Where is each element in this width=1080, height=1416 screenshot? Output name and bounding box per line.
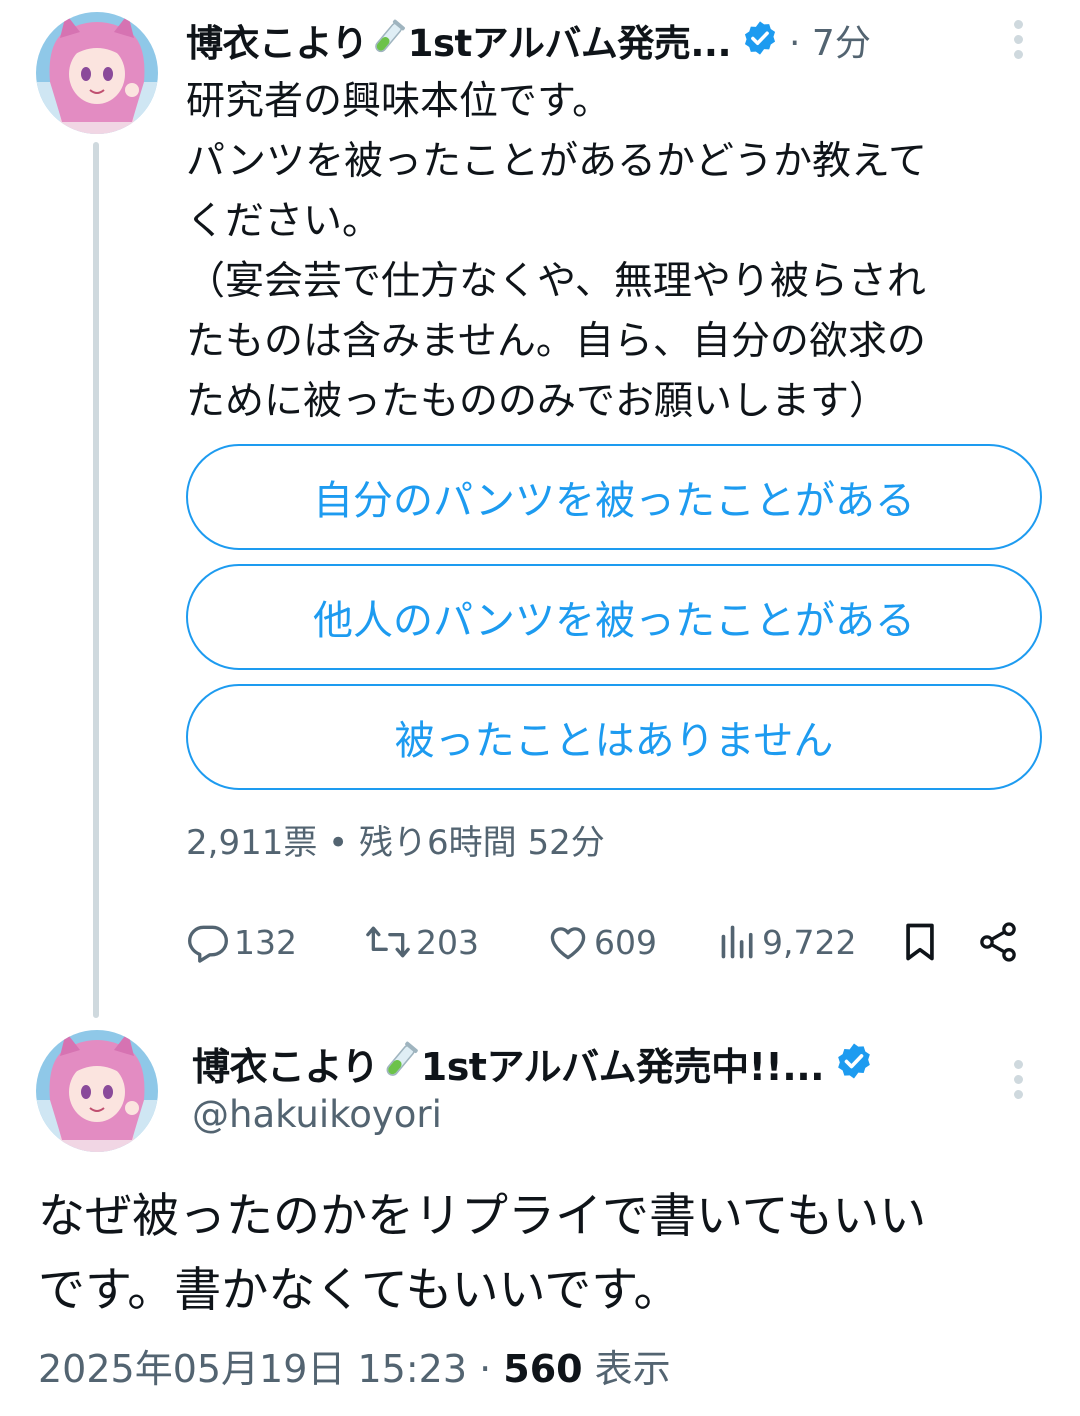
reply-button[interactable]: 132	[186, 914, 297, 970]
tweet-text-line: ください。	[186, 199, 382, 244]
bookmark-button[interactable]	[898, 914, 946, 970]
reply-icon	[186, 920, 234, 964]
more-options-icon[interactable]	[1014, 1060, 1026, 1105]
share-button[interactable]	[976, 914, 1024, 970]
timestamp-row: 2025年05月19日 15:23 · 560 表示	[38, 1338, 671, 1393]
share-icon	[976, 920, 1024, 964]
poll-option-2[interactable]: 他人のパンツを被ったことがある	[186, 564, 1042, 670]
verified-badge-icon	[741, 19, 779, 61]
display-name[interactable]: 博衣こより	[192, 1036, 379, 1091]
view-count: 560	[503, 1347, 583, 1391]
display-name-suffix[interactable]: 1stアルバム発売中!!...	[421, 1036, 825, 1091]
tweet-text-line: パンツを被ったことがあるかどうか教えて	[186, 139, 928, 184]
tweet-text-line: です。書かなくてもいいです。	[38, 1263, 681, 1318]
tweet-text: 研究者の興味本位です。パンツを被ったことがあるかどうか教えて ください。 （宴会芸で…	[186, 72, 1026, 432]
avatar[interactable]	[36, 12, 158, 134]
display-name-suffix[interactable]: 1stアルバム発売...	[408, 13, 732, 67]
avatar[interactable]	[36, 1030, 158, 1152]
test-tube-icon	[381, 1040, 419, 1086]
bookmark-icon	[898, 920, 946, 964]
poll-option-3[interactable]: 被ったことはありません	[186, 684, 1042, 790]
tweet-text: なぜ被ったのかをリプライで書いてもいい です。書かなくてもいいです。	[38, 1180, 1038, 1328]
retweet-icon	[364, 920, 416, 964]
more-options-icon[interactable]	[1014, 20, 1026, 65]
retweet-count: 203	[416, 922, 479, 962]
views-label: 表示	[582, 1347, 671, 1391]
poll-option-1[interactable]: 自分のパンツを被ったことがある	[186, 444, 1042, 550]
poll-meta: 2,911票 • 残り6時間 52分	[186, 823, 605, 863]
like-icon	[546, 920, 594, 964]
tweet-text-line: ために被ったもののみでお願いします）	[186, 379, 889, 424]
test-tube-icon	[370, 18, 406, 62]
retweet-button[interactable]: 203	[364, 914, 479, 970]
tweet-header: 博衣こより 1stアルバム発売中!!...	[192, 1034, 874, 1092]
tweet-text-line: （宴会芸で仕方なくや、無理やり被らされ	[186, 259, 926, 304]
action-bar: 132 203 609 9,722	[186, 914, 1026, 970]
thread-line	[93, 142, 99, 1018]
tweet-header: 博衣こより 1stアルバム発売... · 7分	[186, 14, 871, 66]
views-count: 9,722	[762, 922, 857, 962]
like-count: 609	[594, 922, 657, 962]
reply-count: 132	[234, 922, 297, 962]
tweet-time[interactable]: · 7分	[789, 14, 871, 66]
views-button[interactable]: 9,722	[718, 914, 856, 970]
tweet-text-line: たものは含みません。自ら、自分の欲求の	[186, 319, 926, 364]
user-handle[interactable]: @hakuikoyori	[192, 1093, 442, 1136]
tweet-timestamp[interactable]: 2025年05月19日 15:23 ·	[38, 1347, 503, 1391]
tweet-text-line: なぜ被ったのかをリプライで書いてもいい	[38, 1189, 927, 1244]
views-icon	[718, 920, 762, 964]
like-button[interactable]: 609	[546, 914, 657, 970]
verified-badge-icon	[834, 1041, 874, 1085]
display-name[interactable]: 博衣こより	[186, 13, 368, 67]
tweet-text-line: 研究者の興味本位です。	[186, 79, 612, 124]
